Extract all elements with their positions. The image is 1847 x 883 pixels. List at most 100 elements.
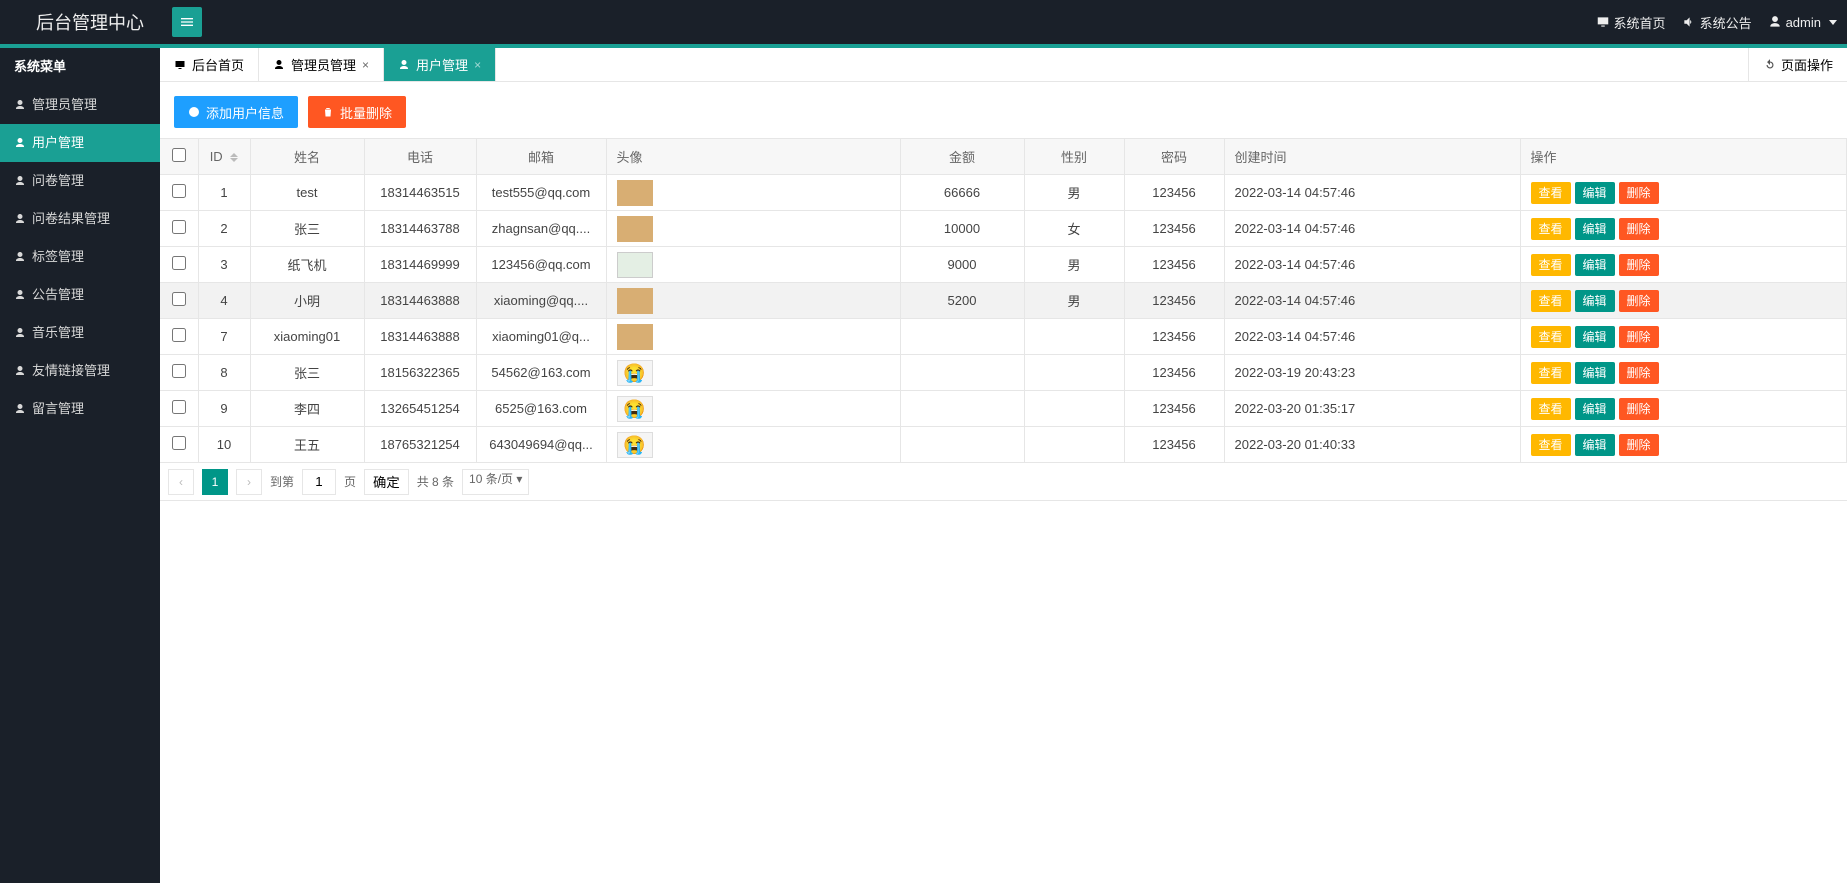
sidebar-item-1[interactable]: 用户管理 xyxy=(0,124,160,162)
user-menu[interactable]: admin xyxy=(1768,15,1837,30)
edit-button[interactable]: 编辑 xyxy=(1575,254,1615,276)
row-checkbox[interactable] xyxy=(172,364,186,378)
cell-phone: 18314463888 xyxy=(364,283,476,319)
table-row: 8张三1815632236554562@163.com😭1234562022-0… xyxy=(160,355,1847,391)
cell-gender xyxy=(1024,355,1124,391)
sidebar-item-label: 友情链接管理 xyxy=(32,352,110,390)
cell-id: 4 xyxy=(198,283,250,319)
sidebar-item-7[interactable]: 友情链接管理 xyxy=(0,352,160,390)
edit-button[interactable]: 编辑 xyxy=(1575,290,1615,312)
page-next-button[interactable]: › xyxy=(236,469,262,495)
sidebar-item-4[interactable]: 标签管理 xyxy=(0,238,160,276)
sidebar-item-label: 用户管理 xyxy=(32,124,84,162)
page-go-button[interactable]: 确定 xyxy=(364,469,409,495)
tab-0[interactable]: 后台首页 xyxy=(160,48,259,81)
row-checkbox[interactable] xyxy=(172,220,186,234)
cell-id: 8 xyxy=(198,355,250,391)
row-checkbox[interactable] xyxy=(172,292,186,306)
cell-pwd: 123456 xyxy=(1124,391,1224,427)
batch-delete-button[interactable]: 批量删除 xyxy=(308,96,406,128)
edit-button[interactable]: 编辑 xyxy=(1575,398,1615,420)
sidebar-item-3[interactable]: 问卷结果管理 xyxy=(0,200,160,238)
sidebar-item-0[interactable]: 管理员管理 xyxy=(0,86,160,124)
delete-button[interactable]: 删除 xyxy=(1619,434,1659,456)
cell-gender: 男 xyxy=(1024,283,1124,319)
row-checkbox[interactable] xyxy=(172,256,186,270)
avatar-thumbnail xyxy=(617,216,653,242)
sidebar-item-label: 留言管理 xyxy=(32,390,84,428)
view-button[interactable]: 查看 xyxy=(1531,434,1571,456)
cell-id: 9 xyxy=(198,391,250,427)
sort-id-toggle[interactable] xyxy=(230,153,238,162)
page-operations-label: 页面操作 xyxy=(1781,55,1833,74)
page-prev-button[interactable]: ‹ xyxy=(168,469,194,495)
delete-button[interactable]: 删除 xyxy=(1619,182,1659,204)
tab-label: 用户管理 xyxy=(416,55,468,74)
edit-button[interactable]: 编辑 xyxy=(1575,434,1615,456)
view-button[interactable]: 查看 xyxy=(1531,398,1571,420)
sidebar-item-5[interactable]: 公告管理 xyxy=(0,276,160,314)
view-button[interactable]: 查看 xyxy=(1531,362,1571,384)
add-user-button[interactable]: 添加用户信息 xyxy=(174,96,298,128)
sidebar-item-2[interactable]: 问卷管理 xyxy=(0,162,160,200)
select-all-checkbox[interactable] xyxy=(172,148,186,162)
delete-button[interactable]: 删除 xyxy=(1619,362,1659,384)
row-checkbox[interactable] xyxy=(172,328,186,342)
sidebar-item-label: 问卷结果管理 xyxy=(32,200,110,238)
cell-phone: 18156322365 xyxy=(364,355,476,391)
cell-pwd: 123456 xyxy=(1124,427,1224,463)
tab-1[interactable]: 管理员管理 × xyxy=(259,48,384,81)
cell-gender: 男 xyxy=(1024,175,1124,211)
view-button[interactable]: 查看 xyxy=(1531,254,1571,276)
sidebar-toggle-button[interactable] xyxy=(172,7,202,37)
view-button[interactable]: 查看 xyxy=(1531,290,1571,312)
view-button[interactable]: 查看 xyxy=(1531,326,1571,348)
cell-gender xyxy=(1024,319,1124,355)
tab-close-icon[interactable]: × xyxy=(474,58,481,72)
delete-button[interactable]: 删除 xyxy=(1619,290,1659,312)
cell-gender xyxy=(1024,427,1124,463)
cell-id: 10 xyxy=(198,427,250,463)
col-ops-label: 操作 xyxy=(1520,139,1847,175)
system-notice-link[interactable]: 系统公告 xyxy=(1682,13,1752,32)
delete-button[interactable]: 删除 xyxy=(1619,398,1659,420)
cell-amount xyxy=(900,391,1024,427)
row-checkbox[interactable] xyxy=(172,436,186,450)
cell-amount: 5200 xyxy=(900,283,1024,319)
edit-button[interactable]: 编辑 xyxy=(1575,182,1615,204)
page-operations-button[interactable]: 页面操作 xyxy=(1748,48,1847,81)
delete-button[interactable]: 删除 xyxy=(1619,218,1659,240)
cell-gender xyxy=(1024,391,1124,427)
edit-button[interactable]: 编辑 xyxy=(1575,362,1615,384)
plus-circle-icon xyxy=(188,106,200,118)
sidebar-item-8[interactable]: 留言管理 xyxy=(0,390,160,428)
edit-button[interactable]: 编辑 xyxy=(1575,326,1615,348)
page-1-button[interactable]: 1 xyxy=(202,469,228,495)
tab-label: 管理员管理 xyxy=(291,55,356,74)
sidebar-item-label: 音乐管理 xyxy=(32,314,84,352)
tab-close-icon[interactable]: × xyxy=(362,58,369,72)
page-number-input[interactable] xyxy=(302,469,336,495)
user-icon xyxy=(14,175,26,187)
page-size-select[interactable]: 10 条/页 ▾ xyxy=(462,469,529,495)
brand: 后台管理中心 xyxy=(0,9,166,35)
view-button[interactable]: 查看 xyxy=(1531,182,1571,204)
edit-button[interactable]: 编辑 xyxy=(1575,218,1615,240)
row-checkbox[interactable] xyxy=(172,400,186,414)
tab-2[interactable]: 用户管理 × xyxy=(384,48,496,81)
view-button[interactable]: 查看 xyxy=(1531,218,1571,240)
cell-name: 纸飞机 xyxy=(250,247,364,283)
delete-button[interactable]: 删除 xyxy=(1619,254,1659,276)
delete-button[interactable]: 删除 xyxy=(1619,326,1659,348)
cell-phone: 18314463888 xyxy=(364,319,476,355)
col-phone-label: 电话 xyxy=(364,139,476,175)
cell-pwd: 123456 xyxy=(1124,355,1224,391)
pager-total-label: 共 8 条 xyxy=(417,473,454,490)
add-user-label: 添加用户信息 xyxy=(206,103,284,122)
row-checkbox[interactable] xyxy=(172,184,186,198)
sidebar-title: 系统菜单 xyxy=(0,48,160,86)
system-home-link[interactable]: 系统首页 xyxy=(1596,13,1666,32)
cell-created: 2022-03-14 04:57:46 xyxy=(1224,319,1520,355)
sidebar-item-6[interactable]: 音乐管理 xyxy=(0,314,160,352)
table-row: 7xiaoming0118314463888xiaoming01@q...123… xyxy=(160,319,1847,355)
